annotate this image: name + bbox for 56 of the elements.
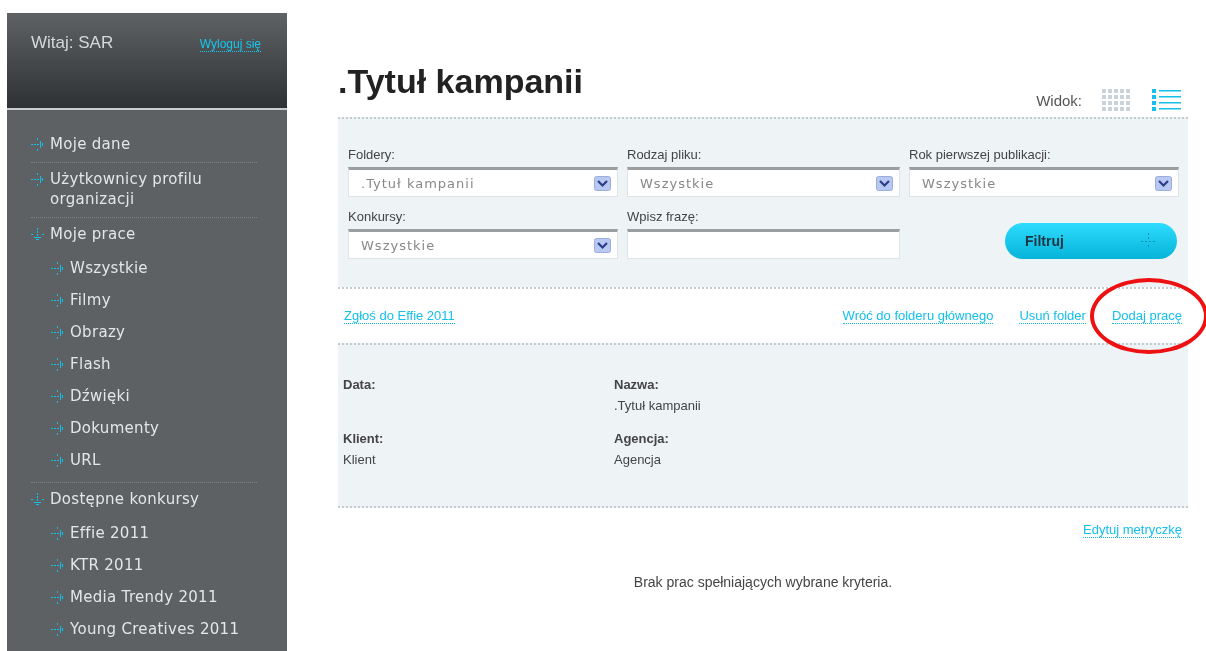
dropdown[interactable]: Wszystkie bbox=[348, 229, 618, 259]
detail-label: Agencja: bbox=[614, 431, 670, 446]
submenu-item[interactable]: Obrazy bbox=[31, 316, 257, 348]
dropdown[interactable]: .Tytuł kampanii bbox=[348, 167, 618, 197]
submenu-item[interactable]: Dokumenty bbox=[31, 412, 257, 444]
filter-label: Wpisz frazę: bbox=[627, 209, 700, 224]
filter-label: Rok pierwszej publikacji: bbox=[909, 147, 1052, 162]
grid-view-icon[interactable] bbox=[1102, 89, 1132, 111]
list-view-icon[interactable] bbox=[1152, 89, 1182, 111]
greeting-text: Witaj: SAR bbox=[31, 33, 114, 53]
menu-item[interactable]: Moje prace bbox=[31, 222, 257, 246]
phrase-input-field[interactable] bbox=[627, 229, 900, 259]
detail-value: Agencja bbox=[614, 452, 662, 467]
submenu-item[interactable]: Wszystkie bbox=[31, 252, 257, 284]
detail-label: Klient: bbox=[343, 431, 385, 446]
dotted-right-arrow-icon bbox=[31, 173, 44, 186]
dropdown[interactable]: Wszystkie bbox=[627, 167, 900, 197]
dotted-right-arrow-icon bbox=[31, 138, 44, 151]
dotted-right-arrow-icon bbox=[51, 559, 64, 572]
detail-value: .Tytuł kampanii bbox=[614, 398, 702, 413]
submenu-item[interactable]: Young Creatives 2011 bbox=[31, 613, 257, 645]
menu-item[interactable]: Dostępne konkursy bbox=[31, 487, 257, 511]
dotted-right-arrow-icon bbox=[51, 454, 64, 467]
dotted-right-arrow-icon bbox=[51, 262, 64, 275]
menu-item[interactable]: Użytkownicy profilu organizacji bbox=[31, 167, 257, 211]
filter-button[interactable]: Filtruj bbox=[1005, 223, 1177, 259]
submenu-item[interactable]: KTR 2011 bbox=[31, 549, 257, 581]
dotted-right-arrow-icon bbox=[51, 623, 64, 636]
empty-message: Brak prac spełniających wybrane kryteria. bbox=[632, 574, 894, 590]
submenu-item[interactable]: Dźwięki bbox=[31, 380, 257, 412]
submenu-item[interactable]: Media Trendy 2011 bbox=[31, 581, 257, 613]
dotted-right-arrow-icon bbox=[51, 422, 64, 435]
dotted-right-arrow-icon bbox=[51, 591, 64, 604]
dotted-right-arrow-icon bbox=[51, 358, 64, 371]
detail-label: Data: bbox=[343, 377, 377, 392]
submenu-item[interactable]: Effie 2011 bbox=[31, 517, 257, 549]
detail-label: Nazwa: bbox=[614, 377, 660, 392]
dotted-arrow-icon bbox=[1141, 233, 1157, 249]
submenu-item[interactable]: URL bbox=[31, 444, 257, 476]
dotted-down-arrow-icon bbox=[31, 493, 44, 506]
dotted-right-arrow-icon bbox=[51, 390, 64, 403]
filter-label: Konkursy: bbox=[348, 209, 407, 224]
dotted-right-arrow-icon bbox=[51, 294, 64, 307]
filter-label: Foldery: bbox=[348, 147, 396, 162]
view-label: Widok: bbox=[1036, 91, 1082, 109]
filter-label: Rodzaj pliku: bbox=[627, 147, 703, 162]
menu-item[interactable]: Moje dane bbox=[31, 132, 257, 156]
logout-link[interactable]: Wyloguj się bbox=[199, 37, 261, 52]
dropdown[interactable]: Wszystkie bbox=[909, 167, 1179, 197]
page-title: .Tytuł kampanii bbox=[338, 62, 583, 101]
dotted-down-arrow-icon bbox=[31, 228, 44, 241]
submenu-item[interactable]: Flash bbox=[31, 348, 257, 380]
submenu-item[interactable]: Filmy bbox=[31, 284, 257, 316]
detail-value: Klient bbox=[343, 452, 377, 467]
dotted-right-arrow-icon bbox=[51, 527, 64, 540]
dotted-right-arrow-icon bbox=[51, 326, 64, 339]
